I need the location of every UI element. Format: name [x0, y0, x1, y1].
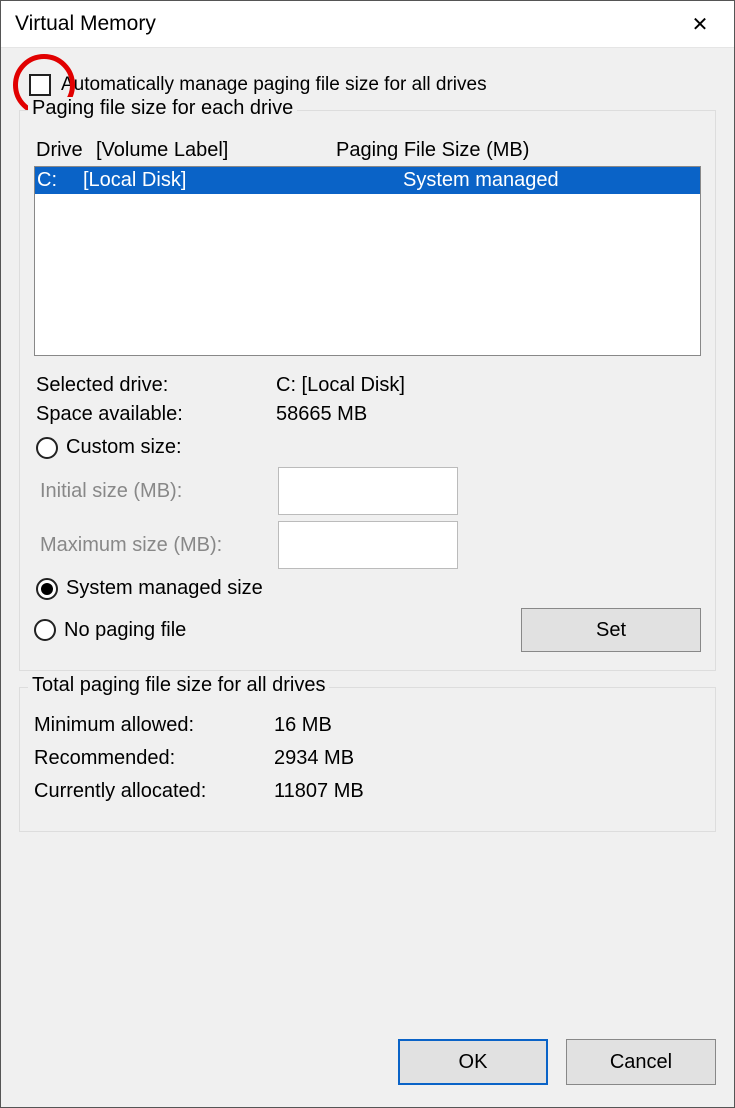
- system-managed-option[interactable]: System managed size: [36, 577, 701, 600]
- header-paging: Paging File Size (MB): [336, 139, 699, 162]
- close-button[interactable]: ✕: [680, 9, 720, 39]
- ok-button[interactable]: OK: [398, 1039, 548, 1085]
- initial-size-input[interactable]: [278, 467, 458, 515]
- recommended-label: Recommended:: [34, 747, 274, 770]
- maximum-size-label: Maximum size (MB):: [40, 534, 278, 557]
- auto-manage-label: Automatically manage paging file size fo…: [61, 74, 487, 96]
- custom-size-inputs: Initial size (MB): Maximum size (MB):: [40, 467, 701, 569]
- virtual-memory-dialog: Virtual Memory ✕ Automatically manage pa…: [0, 0, 735, 1108]
- close-icon: ✕: [692, 12, 709, 37]
- currently-allocated-label: Currently allocated:: [34, 780, 274, 803]
- drive-cell-paging: System managed: [403, 169, 700, 192]
- no-paging-option[interactable]: No paging file: [34, 619, 186, 642]
- drive-row[interactable]: C: [Local Disk] System managed: [35, 167, 700, 194]
- group-per-drive-title: Paging file size for each drive: [28, 97, 297, 120]
- set-button[interactable]: Set: [521, 608, 701, 652]
- custom-size-radio[interactable]: [36, 437, 58, 459]
- drive-list-header: Drive [Volume Label] Paging File Size (M…: [36, 139, 699, 162]
- custom-size-option[interactable]: Custom size:: [36, 436, 701, 459]
- no-paging-radio[interactable]: [34, 619, 56, 641]
- auto-manage-checkbox[interactable]: [29, 74, 51, 96]
- group-per-drive: Paging file size for each drive Drive [V…: [19, 110, 716, 671]
- titlebar: Virtual Memory ✕: [1, 1, 734, 48]
- window-title: Virtual Memory: [15, 12, 156, 36]
- maximum-size-input[interactable]: [278, 521, 458, 569]
- group-totals-title: Total paging file size for all drives: [28, 674, 329, 697]
- no-paging-and-set-row: No paging file Set: [34, 608, 701, 652]
- header-volume: [Volume Label]: [96, 139, 336, 162]
- min-allowed-label: Minimum allowed:: [34, 714, 274, 737]
- dialog-footer: OK Cancel: [1, 1027, 734, 1107]
- system-managed-label: System managed size: [66, 577, 263, 600]
- drive-cell-letter: C:: [35, 169, 83, 192]
- auto-manage-row: Automatically manage paging file size fo…: [29, 74, 716, 96]
- space-available-value: 58665 MB: [276, 403, 699, 426]
- group-totals: Total paging file size for all drives Mi…: [19, 687, 716, 832]
- custom-size-label: Custom size:: [66, 436, 182, 459]
- header-drive: Drive: [36, 139, 96, 162]
- no-paging-label: No paging file: [64, 619, 186, 642]
- recommended-value: 2934 MB: [274, 747, 701, 770]
- min-allowed-value: 16 MB: [274, 714, 701, 737]
- space-available-label: Space available:: [36, 403, 276, 426]
- ok-button-label: OK: [459, 1051, 488, 1074]
- set-button-label: Set: [596, 619, 626, 642]
- cancel-button-label: Cancel: [610, 1051, 672, 1074]
- content-area: Automatically manage paging file size fo…: [1, 48, 734, 1027]
- selected-drive-info: Selected drive: C: [Local Disk] Space av…: [36, 374, 699, 426]
- drive-list[interactable]: C: [Local Disk] System managed: [34, 166, 701, 356]
- cancel-button[interactable]: Cancel: [566, 1039, 716, 1085]
- system-managed-radio[interactable]: [36, 578, 58, 600]
- drive-cell-volume: [Local Disk]: [83, 169, 403, 192]
- selected-drive-value: C: [Local Disk]: [276, 374, 699, 397]
- currently-allocated-value: 11807 MB: [274, 780, 701, 803]
- initial-size-label: Initial size (MB):: [40, 480, 278, 503]
- selected-drive-label: Selected drive:: [36, 374, 276, 397]
